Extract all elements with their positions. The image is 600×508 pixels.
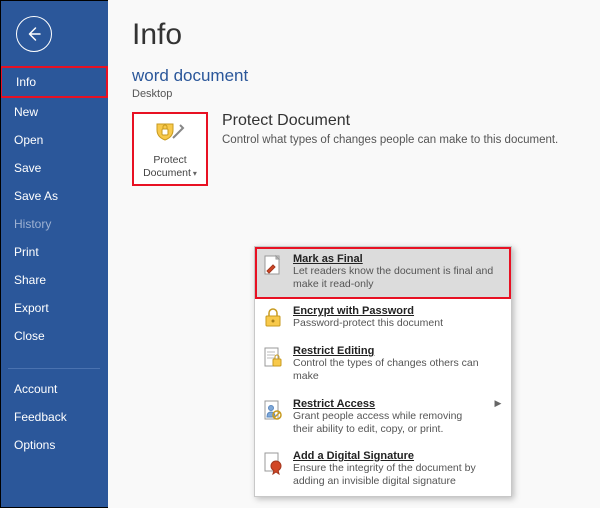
back-arrow-icon xyxy=(25,25,43,43)
submenu-arrow-icon: ▶ xyxy=(493,398,503,409)
protect-shield-icon xyxy=(155,118,185,152)
menu-title: Mark as Final xyxy=(293,253,503,265)
encrypt-icon xyxy=(261,305,285,331)
nav-share[interactable]: Share xyxy=(0,266,108,294)
menu-mark-as-final[interactable]: Mark as Final Let readers know the docum… xyxy=(255,247,511,299)
back-button[interactable] xyxy=(16,16,52,52)
nav-save-as[interactable]: Save As xyxy=(0,182,108,210)
menu-title: Restrict Access xyxy=(293,398,485,410)
nav-print[interactable]: Print xyxy=(0,238,108,266)
backstage-sidebar: Info New Open Save Save As History Print… xyxy=(0,0,108,508)
mark-final-icon xyxy=(261,253,285,279)
nav-info[interactable]: Info xyxy=(0,66,108,98)
menu-restrict-access[interactable]: Restrict Access Grant people access whil… xyxy=(255,392,511,444)
page-title: Info xyxy=(132,18,576,52)
document-name[interactable]: word document xyxy=(132,66,576,86)
menu-desc: Ensure the integrity of the document by … xyxy=(293,462,503,488)
menu-desc: Password-protect this document xyxy=(293,317,503,330)
main-panel: Info word document Desktop ProtectDocume… xyxy=(108,0,600,508)
nav-options[interactable]: Options xyxy=(0,431,108,459)
menu-encrypt-password[interactable]: Encrypt with Password Password-protect t… xyxy=(255,299,511,339)
menu-digital-signature[interactable]: Add a Digital Signature Ensure the integ… xyxy=(255,444,511,496)
document-location: Desktop xyxy=(132,88,576,100)
menu-title: Encrypt with Password xyxy=(293,305,503,317)
nav-open[interactable]: Open xyxy=(0,126,108,154)
menu-title: Add a Digital Signature xyxy=(293,450,503,462)
menu-desc: Control the types of changes others can … xyxy=(293,357,503,383)
menu-desc: Let readers know the document is final a… xyxy=(293,265,503,291)
nav-feedback[interactable]: Feedback xyxy=(0,403,108,431)
signature-icon xyxy=(261,450,285,476)
restrict-editing-icon xyxy=(261,345,285,371)
menu-desc: Grant people access while removing their… xyxy=(293,410,485,436)
protect-heading: Protect Document xyxy=(222,112,558,130)
menu-restrict-editing[interactable]: Restrict Editing Control the types of ch… xyxy=(255,339,511,391)
nav-export[interactable]: Export xyxy=(0,294,108,322)
protect-document-menu: Mark as Final Let readers know the docum… xyxy=(254,246,512,497)
nav-save[interactable]: Save xyxy=(0,154,108,182)
nav-account[interactable]: Account xyxy=(0,375,108,403)
protect-desc: Control what types of changes people can… xyxy=(222,134,558,146)
nav-close[interactable]: Close xyxy=(0,322,108,350)
restrict-access-icon xyxy=(261,398,285,424)
nav-history: History xyxy=(0,210,108,238)
protect-document-button[interactable]: ProtectDocument▾ xyxy=(132,112,208,186)
nav-new[interactable]: New xyxy=(0,98,108,126)
menu-title: Restrict Editing xyxy=(293,345,503,357)
dropdown-caret-icon: ▾ xyxy=(193,169,197,178)
